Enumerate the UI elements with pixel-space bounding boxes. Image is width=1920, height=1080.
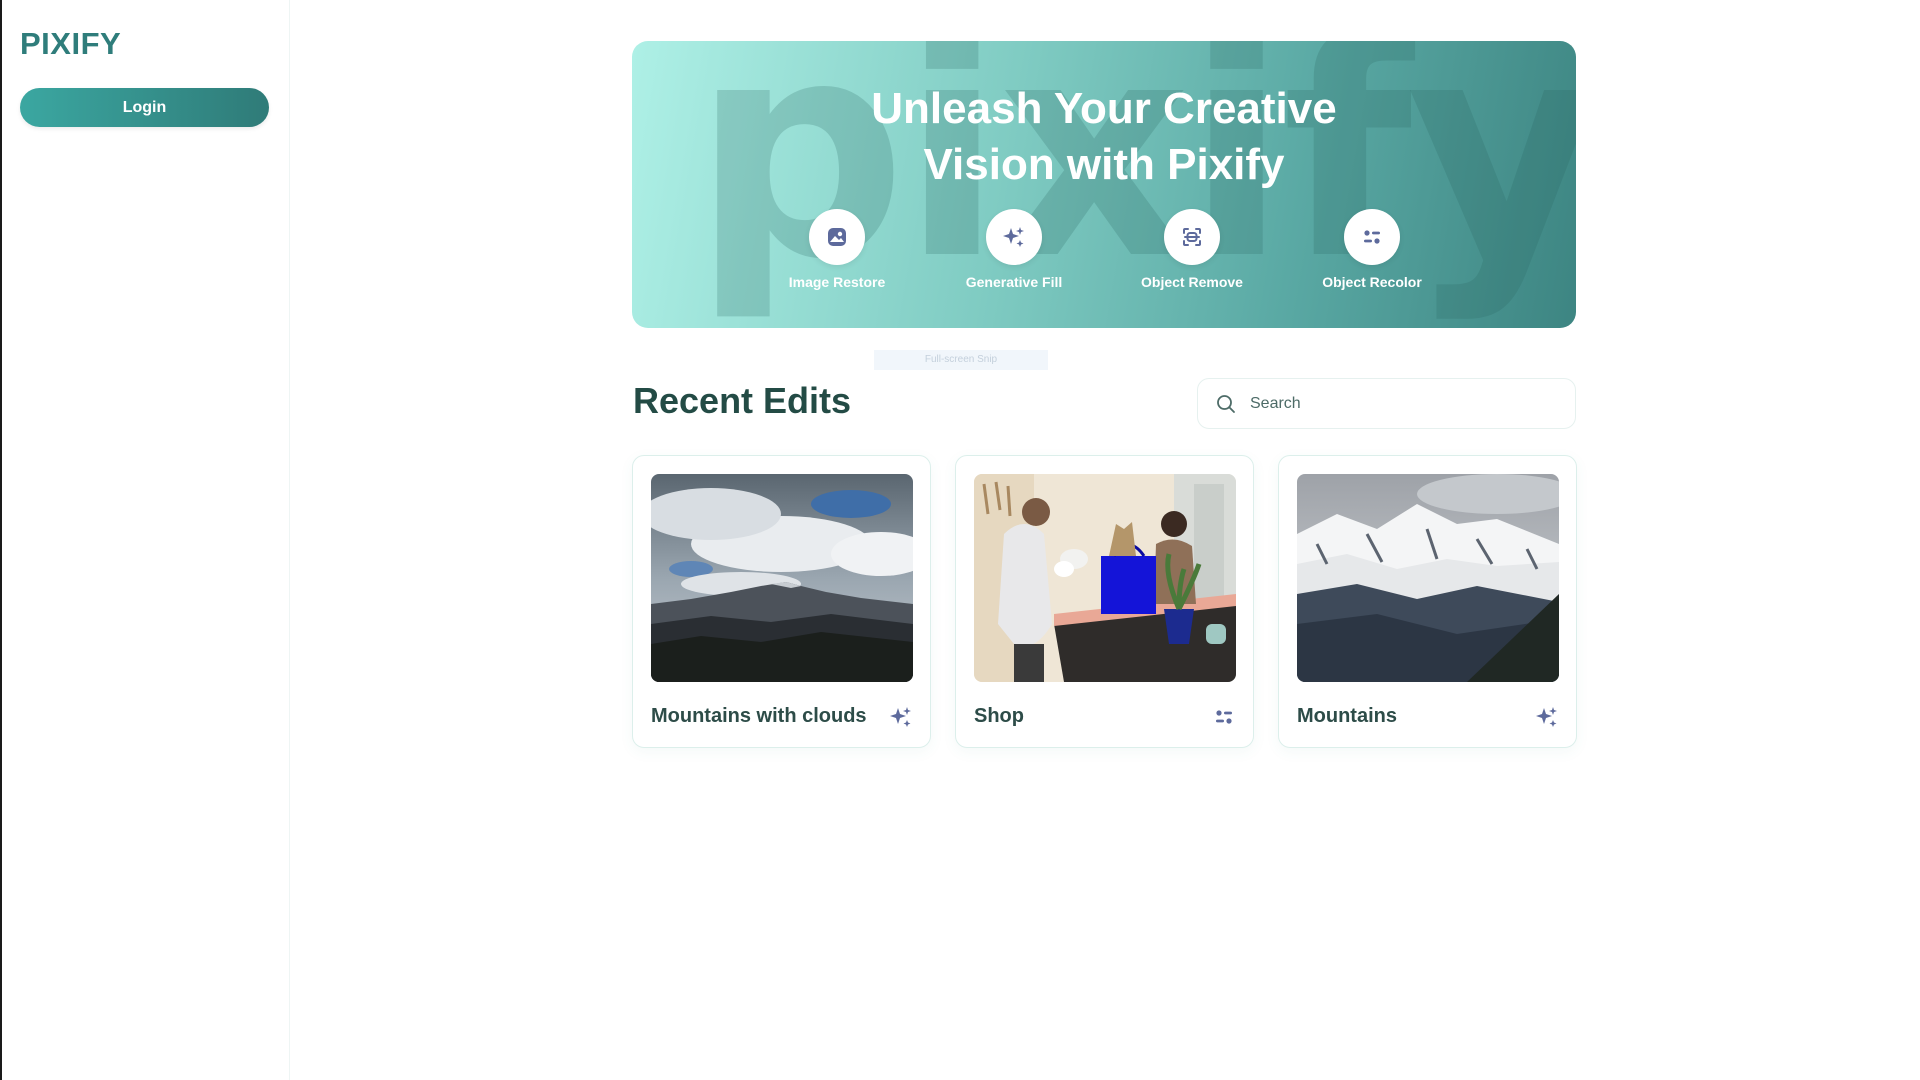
recent-edit-card[interactable]: Mountains: [1278, 455, 1577, 748]
shop-thumbnail[interactable]: [974, 474, 1236, 682]
sparkles-icon: [986, 209, 1042, 265]
tool-image-restore[interactable]: Image Restore: [767, 209, 907, 290]
tool-label: Object Recolor: [1322, 274, 1422, 290]
tool-label: Generative Fill: [965, 274, 1063, 290]
recent-edit-card[interactable]: Shop: [955, 455, 1254, 748]
sidebar: PIXIFY Login: [2, 0, 290, 1080]
tool-object-remove[interactable]: Object Remove: [1122, 209, 1262, 290]
hero-banner: pixify. Unleash Your Creative Vision wit…: [632, 41, 1576, 328]
tool-object-recolor[interactable]: Object Recolor: [1302, 209, 1442, 290]
search-box[interactable]: [1197, 378, 1576, 429]
card-title: Mountains with clouds: [651, 705, 867, 727]
hero-title-line-2: Vision with Pixify: [923, 140, 1285, 189]
sparkles-icon[interactable]: [1534, 704, 1560, 730]
tool-generative-fill[interactable]: Generative Fill: [944, 209, 1084, 290]
tool-label: Object Remove: [1141, 274, 1243, 290]
card-title: Shop: [974, 705, 1024, 727]
search-icon: [1217, 394, 1235, 413]
scan-face-icon: [1164, 209, 1220, 265]
search-input[interactable]: [1248, 393, 1552, 414]
hero-title: Unleash Your Creative Vision with Pixify: [632, 81, 1576, 193]
recolor-toggle-icon: [1344, 209, 1400, 265]
recent-edits-grid: Mountains with clouds Shop Mountains: [632, 455, 1577, 750]
snowy-mountains-thumbnail[interactable]: [1297, 474, 1559, 682]
mountains-clouds-thumbnail[interactable]: [651, 474, 913, 682]
recent-edits-title: Recent Edits: [633, 380, 852, 421]
recent-edit-card[interactable]: Mountains with clouds: [632, 455, 931, 748]
hero-title-line-1: Unleash Your Creative: [871, 84, 1337, 133]
sparkles-icon[interactable]: [888, 704, 914, 730]
image-restore-icon: [809, 209, 865, 265]
tool-label: Image Restore: [788, 274, 886, 290]
app-window: PIXIFY Login pixify. Unleash Your Creati…: [0, 0, 1920, 1080]
card-title: Mountains: [1297, 705, 1397, 727]
brand-logo: PIXIFY: [20, 26, 122, 61]
recolor-toggle-icon[interactable]: [1211, 704, 1237, 730]
snip-tooltip: Full-screen Snip: [874, 350, 1048, 370]
tool-list: Image Restore Generative Fill Object Rem…: [632, 209, 1576, 319]
login-button[interactable]: Login: [20, 88, 269, 127]
